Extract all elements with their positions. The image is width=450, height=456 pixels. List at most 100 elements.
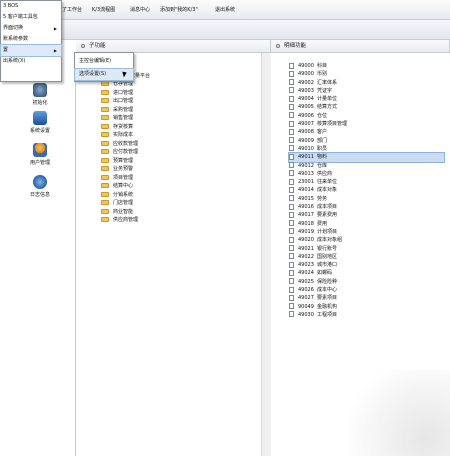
toolbar-flowchart[interactable]: K/3流程图	[92, 6, 115, 13]
list-item[interactable]: 49012 仓库	[289, 162, 444, 170]
bullet-icon	[276, 43, 280, 48]
list-item[interactable]: 49006 仓位	[289, 112, 444, 120]
detail-function-list: 49000 科目 49000 币别 49002 汇率体系 49003 凭证字 49004 计量单位…	[288, 62, 445, 319]
list-item[interactable]: 49023 城市港口	[289, 261, 444, 269]
list-item[interactable]: 49000 科目	[289, 62, 444, 70]
submenu-item[interactable]: 主控台编辑(E)	[75, 56, 133, 67]
document-icon	[289, 220, 294, 227]
list-item-name: 成本对象组	[317, 237, 343, 244]
tree-item[interactable]: 进口管理	[101, 89, 138, 98]
list-item[interactable]: 49005 结算方式	[289, 103, 444, 111]
list-item[interactable]: 49017 要素费用	[289, 211, 444, 219]
list-item[interactable]: 49025 保险险种	[289, 278, 444, 286]
tree-item-label: 分销系统	[113, 191, 134, 198]
tree-item[interactable]: 结算中心	[101, 182, 138, 191]
list-item-code: 49011	[298, 154, 314, 161]
list-item[interactable]: 49000 币别	[289, 70, 444, 78]
tree-item[interactable]: 出口管理	[101, 97, 138, 106]
list-item-code: 49016	[298, 204, 314, 211]
list-item[interactable]: 23001 往来单位	[289, 178, 444, 186]
list-item[interactable]: 49021 银行账号	[289, 245, 444, 253]
list-item-code: 49002	[298, 79, 314, 86]
tree-item[interactable]: 预算管理	[101, 157, 138, 166]
menu-item[interactable]: 出系统(X)	[1, 56, 61, 67]
list-item-code: 49023	[298, 262, 314, 269]
settings-submenu: 主控台编辑(E) 选项设置(S)	[74, 52, 134, 82]
list-item[interactable]: 49020 成本对象组	[289, 236, 444, 244]
list-item[interactable]: 49002 汇率体系	[289, 79, 444, 87]
list-item[interactable]: 49015 劳务	[289, 195, 444, 203]
list-item-code: 49003	[298, 87, 314, 94]
toolbar-workbench[interactable]: 了工作台	[62, 6, 82, 13]
tree-item[interactable]: 应付款管理	[101, 148, 138, 157]
tree-item[interactable]: 供应商管理	[101, 216, 138, 225]
list-item-name: 核算项目管理	[317, 121, 348, 128]
tree-item[interactable]: 销售管理	[101, 114, 138, 123]
document-icon	[289, 269, 294, 276]
list-item[interactable]: 49004 计量单位	[289, 95, 444, 103]
tree-item[interactable]: 实际成本	[101, 131, 138, 140]
toolbar-exit-system[interactable]: 退出系统	[215, 6, 235, 13]
tree-item[interactable]: 存货核算	[101, 123, 138, 132]
document-icon	[289, 62, 294, 69]
menu-item[interactable]: 账系统参数	[1, 34, 61, 45]
nav-log-info[interactable]: 日志信息	[18, 175, 62, 198]
document-icon	[289, 253, 294, 260]
tree-item[interactable]: 商业智能	[101, 208, 138, 217]
tree-item[interactable]: 业务预警	[101, 165, 138, 174]
document-icon	[289, 286, 294, 293]
tree-item[interactable]: 采购管理	[101, 106, 138, 115]
document-icon	[289, 87, 294, 94]
list-item[interactable]: 49026 成本中心	[289, 286, 444, 294]
list-item[interactable]: 49003 凭证字	[289, 87, 444, 95]
list-item[interactable]: 49022 国别地区	[289, 253, 444, 261]
folder-icon	[101, 89, 109, 95]
list-item[interactable]: 49016 成本项目	[289, 203, 444, 211]
list-item[interactable]: 49024 如螺码	[289, 269, 444, 277]
tree-item[interactable]: 分销系统	[101, 191, 138, 200]
document-icon	[289, 153, 294, 160]
tree-item-label: 商业智能	[113, 208, 134, 215]
toolbar-message-center[interactable]: 消息中心	[130, 6, 150, 13]
list-item[interactable]: 49007 核算项目管理	[289, 120, 444, 128]
menu-item[interactable]: 5 客户端工具包	[1, 12, 61, 23]
tree-item[interactable]: 项目管理	[101, 174, 138, 183]
list-item-name: 要素项目	[317, 295, 338, 302]
detail-function-header: 明细功能	[271, 40, 450, 53]
menu-item[interactable]: 3 BOS	[1, 1, 61, 12]
document-icon	[289, 95, 294, 102]
nav-initialize[interactable]: 初始化	[18, 83, 62, 106]
folder-icon	[101, 208, 109, 214]
list-item[interactable]: 49009 部门	[289, 137, 444, 145]
list-item[interactable]: 49018 费用	[289, 220, 444, 228]
document-icon	[289, 162, 294, 169]
list-item[interactable]: 49014 成本对象	[289, 186, 444, 194]
tree-item-label: 结算中心	[113, 183, 134, 189]
list-item-code: 49014	[298, 187, 314, 194]
list-item[interactable]: 49027 要素项目	[289, 294, 444, 302]
toolbar-add-to-my-k3[interactable]: 添加到"我的K/3"	[160, 6, 198, 13]
menu-item[interactable]: 界面切换 ▶	[1, 23, 61, 34]
menu-item[interactable]: 置 ▶	[0, 44, 62, 57]
list-item-name: 城市港口	[317, 262, 338, 269]
sub-function-scrollbar[interactable]	[261, 53, 271, 456]
tree-item-label: 业务预警	[113, 166, 134, 172]
list-item-name: 汇率体系	[317, 79, 338, 86]
list-item[interactable]: 49030 工程项目	[289, 311, 444, 319]
nav-user-management[interactable]: 用户管理	[18, 143, 62, 166]
nav-system-settings[interactable]: 系统设置	[18, 111, 62, 134]
document-icon	[289, 145, 294, 152]
tree-item[interactable]: 门店管理	[101, 199, 138, 208]
list-item[interactable]: 90049 金融机构	[289, 303, 444, 311]
list-item[interactable]: 49013 供应商	[289, 170, 444, 178]
tree-item-label: 出口管理	[113, 98, 134, 104]
folder-icon	[101, 166, 109, 171]
tree-item[interactable]: 应收款管理	[101, 140, 138, 149]
list-item[interactable]: 49008 客户	[289, 128, 444, 136]
list-item[interactable]: 49011 物料	[288, 152, 445, 163]
list-item-code: 49008	[298, 129, 314, 136]
list-item-name: 结算方式	[317, 104, 338, 111]
list-item[interactable]: 49010 职员	[289, 145, 444, 153]
list-item-name: 职员	[317, 145, 328, 152]
list-item[interactable]: 49019 计划项目	[289, 228, 444, 236]
